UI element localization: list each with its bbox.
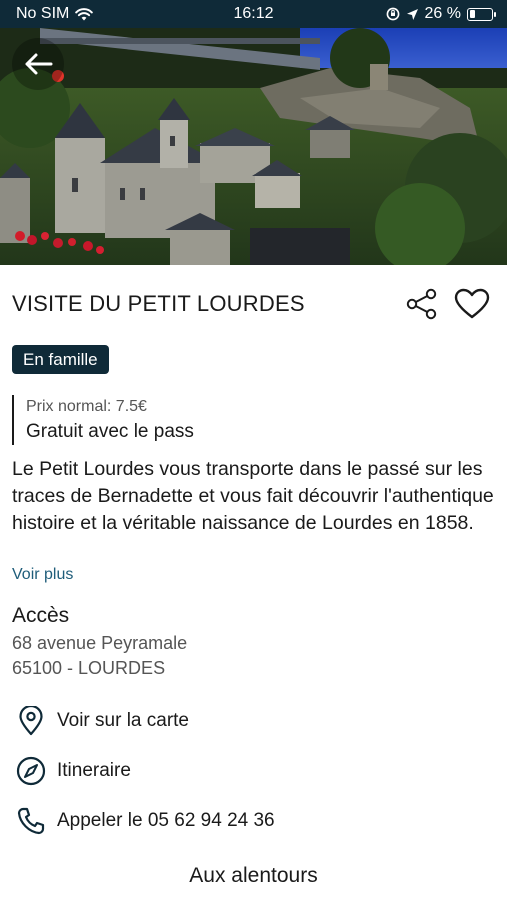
- status-right: 26 %: [386, 5, 496, 23]
- itinerary-button[interactable]: Itineraire: [14, 753, 131, 789]
- location-arrow-icon: [406, 8, 418, 20]
- battery-icon: [467, 7, 496, 21]
- view-on-map-label: Voir sur la carte: [57, 710, 189, 731]
- itinerary-label: Itineraire: [57, 760, 131, 781]
- orientation-lock-icon: [386, 7, 399, 21]
- share-icon: [406, 288, 437, 320]
- category-badge: En famille: [12, 345, 109, 374]
- nearby-section-title: Aux alentours: [189, 864, 318, 887]
- carrier-label: No SIM: [16, 5, 70, 22]
- price-normal: Prix normal: 7.5€: [26, 398, 147, 415]
- status-bar: No SIM 16:12 26 %: [0, 0, 507, 28]
- address-line-2: 65100 - LOURDES: [12, 658, 166, 678]
- hero-photo-illustration: [0, 28, 507, 265]
- share-button[interactable]: [402, 284, 442, 324]
- wifi-icon: [75, 7, 94, 20]
- address-line-1: 68 avenue Peyramale: [12, 633, 188, 653]
- compass-icon: [14, 754, 48, 788]
- view-on-map-button[interactable]: Voir sur la carte: [14, 703, 189, 739]
- favorite-button[interactable]: [452, 284, 492, 324]
- pricing-block: Prix normal: 7.5€ Gratuit avec le pass: [12, 395, 194, 445]
- battery-percent: 26 %: [424, 5, 461, 22]
- status-left: No SIM: [16, 5, 94, 23]
- see-more-link[interactable]: Voir plus: [12, 566, 73, 584]
- call-button[interactable]: Appeler le 05 62 94 24 36: [14, 803, 275, 839]
- call-label: Appeler le 05 62 94 24 36: [57, 810, 275, 831]
- title-row: VISITE DU PETIT LOURDES: [12, 286, 492, 322]
- back-button[interactable]: [12, 38, 64, 90]
- phone-icon: [14, 804, 48, 838]
- battery-fill: [469, 10, 475, 18]
- heart-icon: [454, 288, 490, 319]
- map-pin-icon: [14, 704, 48, 738]
- access-title: Accès: [12, 604, 70, 627]
- arrow-left-icon: [25, 53, 53, 75]
- hero-image: [0, 28, 507, 265]
- event-description: Le Petit Lourdes vous transporte dans le…: [12, 458, 494, 534]
- event-title: VISITE DU PETIT LOURDES: [12, 291, 305, 316]
- price-pass: Gratuit avec le pass: [26, 421, 194, 442]
